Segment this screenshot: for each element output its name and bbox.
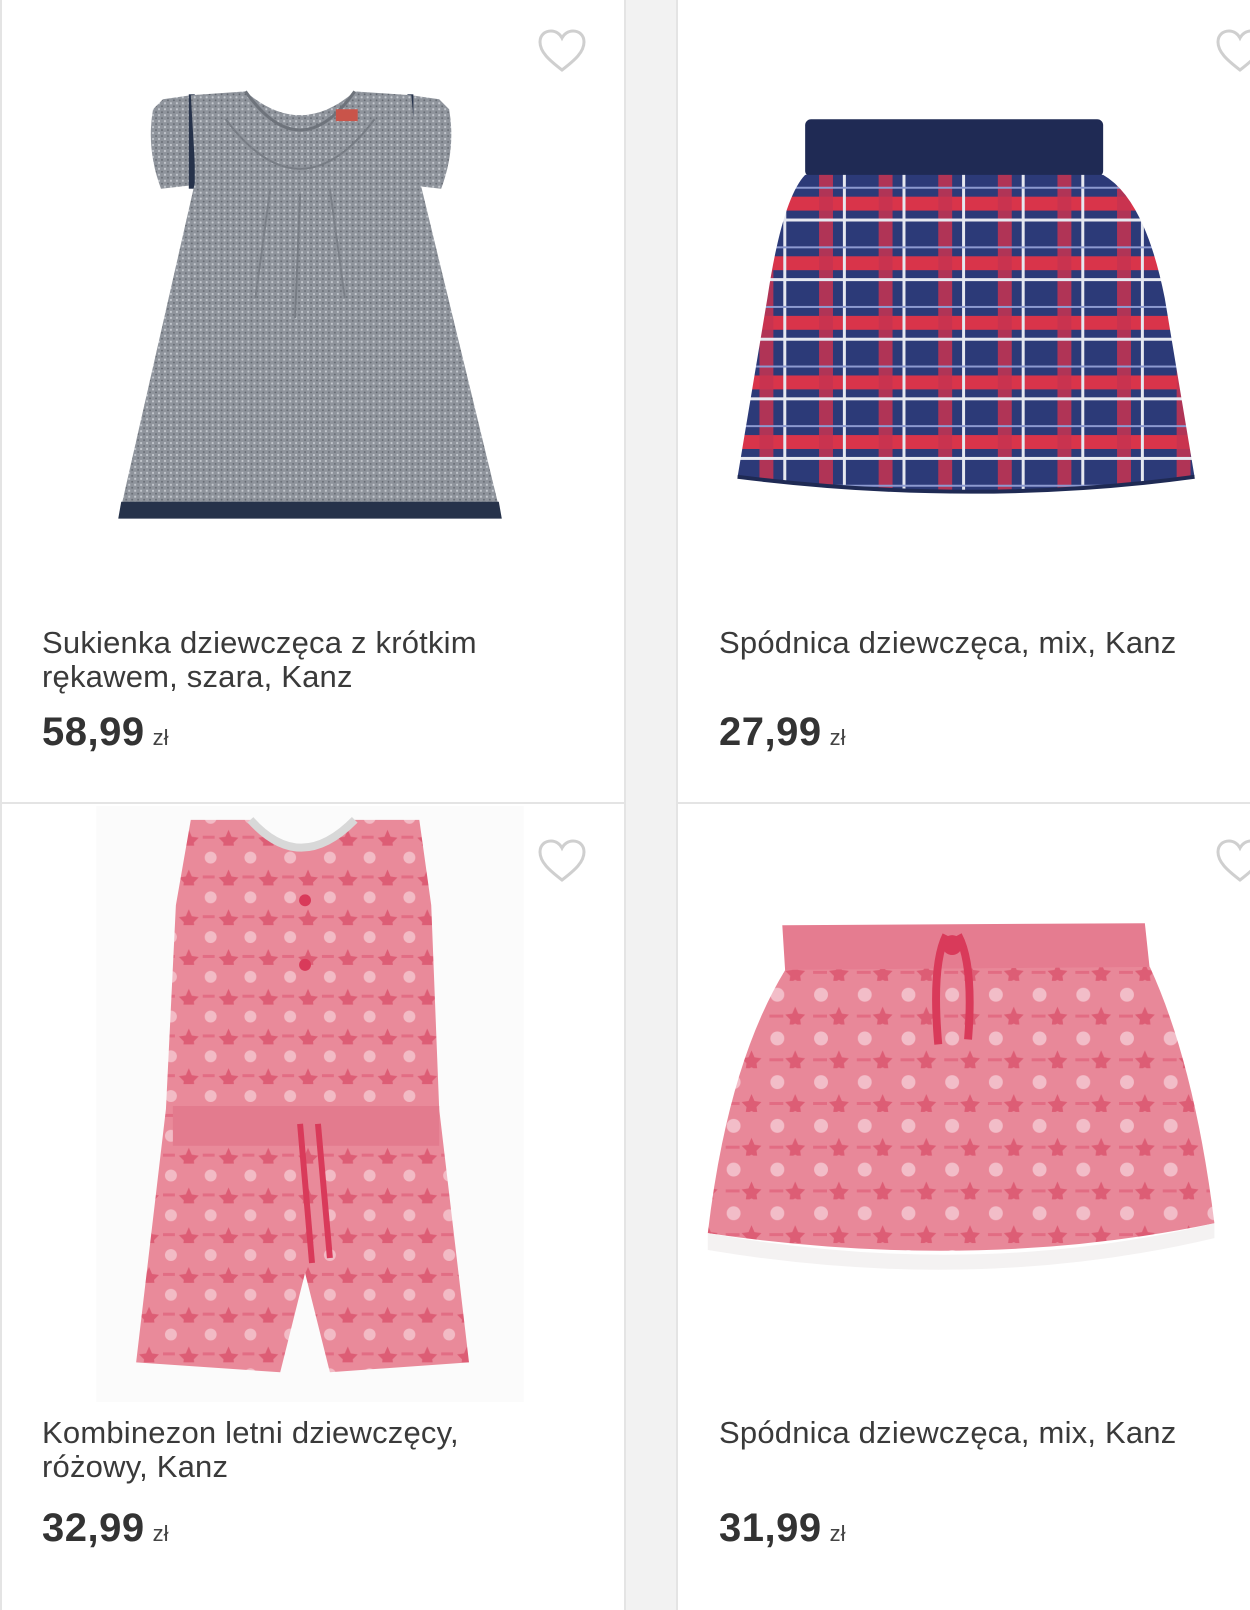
- favorite-heart-icon[interactable]: [537, 838, 587, 884]
- product-image-plaid-skirt[interactable]: [678, 0, 1250, 598]
- product-image-pink-romper[interactable]: [2, 804, 624, 1404]
- favorite-heart-icon[interactable]: [1215, 838, 1250, 884]
- product-card[interactable]: Kombinezon letni dziewczęcy, różowy, Kan…: [0, 802, 626, 1610]
- product-image-pink-skirt[interactable]: [678, 804, 1250, 1404]
- price-currency: zł: [829, 1521, 846, 1546]
- product-card[interactable]: Spódnica dziewczęca, mix, Kanz 27,99 zł: [676, 0, 1250, 804]
- product-card[interactable]: Spódnica dziewczęca, mix, Kanz 31,99 zł: [676, 802, 1250, 1610]
- product-title[interactable]: Sukienka dziewczęca z krótkim rękawem, s…: [42, 626, 562, 694]
- price-currency: zł: [152, 1521, 169, 1546]
- price-amount: 58,99: [42, 710, 145, 754]
- product-price: 58,99 zł: [42, 710, 169, 755]
- favorite-heart-icon[interactable]: [537, 28, 587, 74]
- price-amount: 31,99: [719, 1506, 822, 1550]
- product-price: 31,99 zł: [719, 1506, 846, 1551]
- product-price: 32,99 zł: [42, 1506, 169, 1551]
- product-title[interactable]: Kombinezon letni dziewczęcy, różowy, Kan…: [42, 1416, 562, 1484]
- product-title[interactable]: Spódnica dziewczęca, mix, Kanz: [719, 626, 1239, 660]
- price-currency: zł: [152, 725, 169, 750]
- product-image-grey-dress[interactable]: [2, 0, 624, 598]
- price-currency: zł: [829, 725, 846, 750]
- favorite-heart-icon[interactable]: [1215, 28, 1250, 74]
- product-price: 27,99 zł: [719, 710, 846, 755]
- price-amount: 27,99: [719, 710, 822, 754]
- product-grid: Sukienka dziewczęca z krótkim rękawem, s…: [0, 0, 1250, 1610]
- product-title[interactable]: Spódnica dziewczęca, mix, Kanz: [719, 1416, 1239, 1450]
- price-amount: 32,99: [42, 1506, 145, 1550]
- product-card[interactable]: Sukienka dziewczęca z krótkim rękawem, s…: [0, 0, 626, 804]
